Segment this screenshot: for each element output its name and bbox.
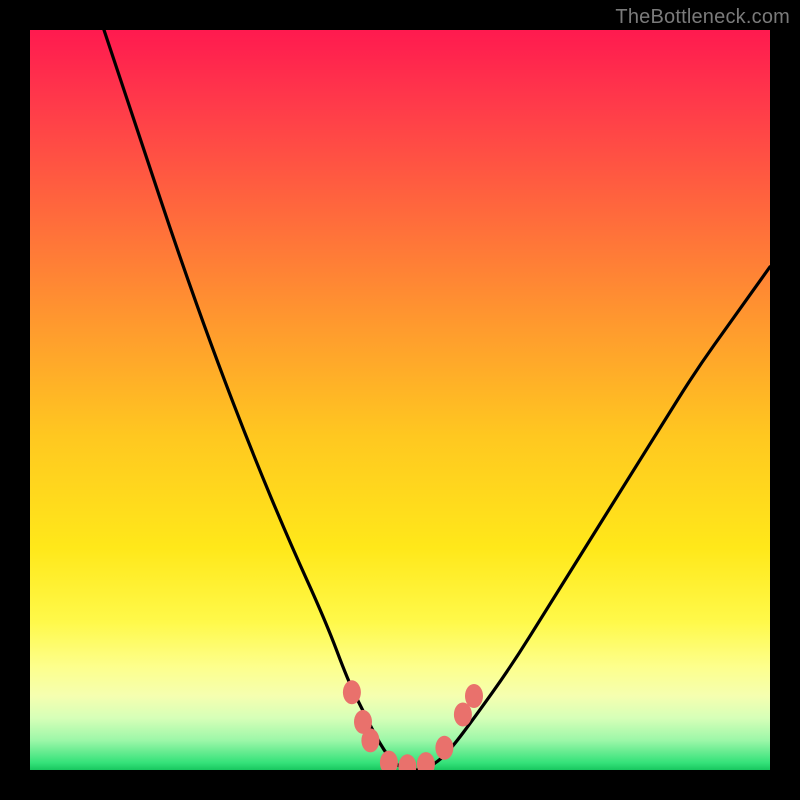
curve-marker xyxy=(465,684,483,708)
curve-marker xyxy=(343,680,361,704)
curve-marker xyxy=(398,754,416,770)
curve-layer xyxy=(30,30,770,770)
bottleneck-curve xyxy=(104,30,770,770)
curve-marker xyxy=(435,736,453,760)
curve-marker xyxy=(417,752,435,770)
plot-area xyxy=(30,30,770,770)
curve-marker xyxy=(380,751,398,770)
watermark-text: TheBottleneck.com xyxy=(615,6,790,29)
curve-marker xyxy=(361,728,379,752)
chart-frame: TheBottleneck.com xyxy=(0,0,800,800)
marker-group xyxy=(343,680,483,770)
